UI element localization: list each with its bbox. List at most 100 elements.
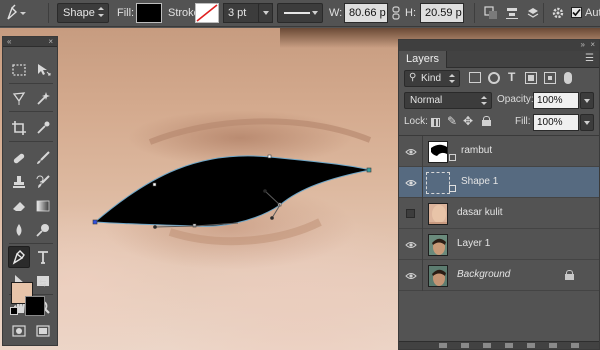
tools-panel: « × ⇆ [2,36,58,346]
width-field[interactable]: 80.66 p [344,3,388,23]
filter-pixel-icon[interactable] [469,72,481,83]
new-group-icon[interactable] [527,343,535,348]
caret-up-icon [98,7,104,10]
visibility-toggle[interactable] [399,229,423,260]
auto-add-checkbox[interactable] [571,7,582,18]
default-colors-icon[interactable] [10,307,18,315]
kind-filter-select[interactable]: ⚲ Kind [404,70,460,87]
options-bar: Shape Fill: Stroke: 3 pt W: 80.66 p H: 2… [0,0,600,27]
move-tool[interactable] [32,59,54,81]
opacity-dropdown[interactable] [580,92,594,109]
filter-smart-object-icon[interactable] [544,72,556,84]
tool-separator [9,83,53,84]
panel-menu-icon[interactable]: ☰ [585,54,594,64]
close-icon[interactable]: × [48,37,53,46]
clone-stamp-tool[interactable] [8,171,30,193]
trash-icon[interactable] [571,343,579,348]
auto-add-label: Aut [585,7,600,19]
gradient-tool[interactable] [32,195,54,217]
height-field[interactable]: 20.59 p [420,3,464,23]
fill-dropdown[interactable] [580,114,594,131]
dodge-tool[interactable] [32,219,54,241]
pen-tool[interactable] [8,246,30,268]
lock-transparent-icon[interactable] [431,118,440,127]
background-color-swatch[interactable] [25,296,45,316]
layers-panel-header[interactable]: » × [399,40,599,51]
crop-icon [12,121,26,135]
link-icon[interactable] [389,3,403,23]
lasso-tool[interactable] [8,87,30,109]
close-icon[interactable]: × [590,40,595,49]
filter-shape-icon[interactable] [525,72,537,84]
layer-row-background[interactable]: Background [399,260,599,291]
gear-icon[interactable] [548,3,568,23]
tool-mode-select[interactable]: Shape [57,3,109,23]
blur-tool[interactable] [8,219,30,241]
screen-mode-button[interactable] [32,320,54,342]
link-layers-icon[interactable] [439,343,447,348]
layer-name: Shape 1 [461,176,499,187]
path-arrangement-icon[interactable] [523,3,543,23]
filter-toggle-icon[interactable] [564,72,572,84]
portrait-thumbnail-art [432,269,446,286]
stroke-type-select[interactable] [277,3,323,23]
blend-mode-select[interactable]: Normal [404,92,492,109]
layers-panel-footer [399,341,599,349]
stroke-swatch[interactable] [195,3,219,23]
visibility-toggle[interactable] [399,198,423,229]
layer-row-layer-1[interactable]: Layer 1 [399,229,599,260]
visibility-toggle[interactable] [399,136,423,167]
pen-tool-preset-icon[interactable] [3,3,29,23]
lock-position-icon[interactable]: ✥ [463,114,473,128]
adjustment-layer-icon[interactable] [505,343,513,348]
visibility-toggle[interactable] [399,260,423,291]
swap-colors-icon[interactable]: ⇆ [39,278,47,289]
separator [48,3,49,23]
layer-row-shape-1[interactable]: Shape 1 [399,167,599,198]
magic-wand-tool[interactable] [32,87,54,109]
layer-row-rambut[interactable]: rambut [399,136,599,167]
hidden-visibility-box [406,209,415,218]
history-brush-icon [36,175,50,188]
fill-field[interactable]: 100% [533,114,579,131]
skin-thumbnail-art [429,205,447,224]
brush-icon [37,151,50,164]
fill-label: Fill: [515,116,531,127]
eraser-tool[interactable] [8,195,30,217]
opacity-field[interactable]: 100% [533,92,579,109]
layers-panel: » × Layers ☰ ⚲ Kind T Normal Opacity: 10… [398,39,600,350]
layer-row-dasar-kulit[interactable]: dasar kulit [399,198,599,229]
path-operations-icon[interactable] [481,3,501,23]
eyedropper-tool[interactable] [32,117,54,139]
lock-all-icon[interactable] [482,116,491,126]
collapse-icon[interactable]: » [581,41,585,49]
collapse-icon[interactable]: « [7,38,11,46]
lock-pixels-icon[interactable]: ✎ [447,114,457,128]
marquee-tool[interactable] [8,59,30,81]
path-alignment-icon[interactable] [502,3,522,23]
lasso-icon [12,92,26,105]
visibility-toggle[interactable] [399,167,423,198]
stroke-width-dropdown[interactable] [258,3,273,23]
filter-type-icon[interactable]: T [508,70,515,84]
add-mask-icon[interactable] [483,343,491,348]
new-layer-icon[interactable] [549,343,557,348]
healing-brush-tool[interactable] [8,147,30,169]
eye-icon [404,179,417,186]
layer-filter-row: ⚲ Kind T [399,69,599,89]
brush-tool[interactable] [32,147,54,169]
kind-filter-value: Kind [421,73,442,84]
type-tool[interactable] [32,246,54,268]
tab-layers[interactable]: Layers [399,51,448,68]
fill-swatch[interactable] [136,3,162,23]
fill-value: 100% [537,117,563,128]
tools-panel-header[interactable]: « × [3,37,57,47]
caret-down-icon [98,14,104,17]
layer-style-icon[interactable] [461,343,469,348]
blend-mode-value: Normal [410,95,443,106]
quick-mask-button[interactable] [8,320,30,342]
screen-mode-icon [36,325,50,337]
crop-tool[interactable] [8,117,30,139]
history-brush-tool[interactable] [32,171,54,193]
filter-adjustment-icon[interactable] [488,72,500,84]
